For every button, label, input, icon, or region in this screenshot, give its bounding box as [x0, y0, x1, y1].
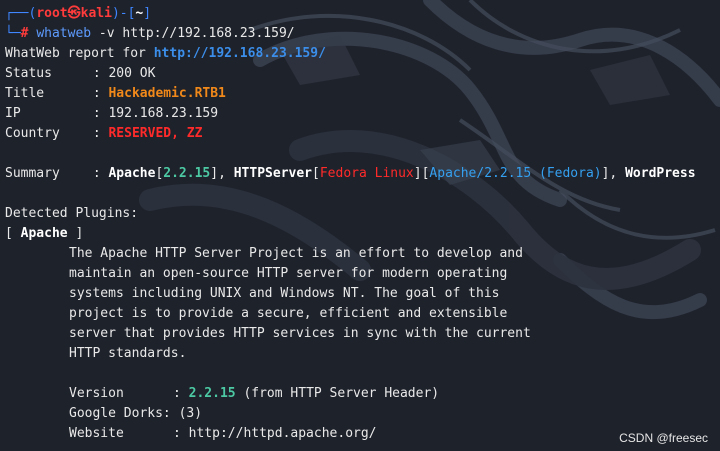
field-separator: : — [85, 86, 109, 101]
prompt-frame-open: ┌──( — [5, 6, 37, 21]
bracket: ][ — [413, 166, 430, 181]
title-value: Hackademic.RTB1 — [108, 86, 226, 101]
summary-server-string: Apache/2.2.15 (Fedora) — [429, 166, 602, 181]
dorks-row: Google Dorks: (3) — [5, 404, 720, 424]
bracket: ] — [67, 226, 84, 241]
prompt-line: ┌──(root㉿kali)-[~] — [5, 4, 720, 24]
report-header-text: WhatWeb report for — [5, 46, 154, 61]
dorks-label: Google Dorks: — [69, 406, 171, 421]
description-line: maintain an open-source HTTP server for … — [69, 266, 508, 281]
report-url: http://192.168.23.159/ — [153, 46, 326, 61]
prompt-frame-mid: )-[ — [111, 6, 136, 21]
country-label: Country — [5, 126, 60, 141]
status-row: Status : 200 OK — [5, 64, 720, 84]
summary-wordpress: WordPress — [625, 166, 696, 181]
terminal-output: ┌──(root㉿kali)-[~] └─# whatweb -v http:/… — [5, 0, 720, 451]
plugin-header: [ Apache ] — [5, 224, 720, 244]
csdn-watermark: CSDN @freesec — [619, 431, 708, 445]
website-label: Website — [69, 426, 124, 441]
bracket: ], — [601, 166, 626, 181]
title-row: Title : Hackademic.RTB1 — [5, 84, 720, 104]
website-value[interactable]: http://httpd.apache.org/ — [189, 426, 377, 441]
ip-value: 192.168.23.159 — [108, 106, 219, 121]
version-note: (from HTTP Server Header) — [235, 386, 440, 401]
description-line: systems including UNIX and Windows NT. T… — [69, 286, 500, 301]
ip-row: IP : 192.168.23.159 — [5, 104, 720, 124]
field-separator: : — [85, 126, 109, 141]
description-line: The Apache HTTP Server Project is an eff… — [69, 246, 523, 261]
summary-row: Summary : Apache[2.2.15], HTTPServer[Fed… — [5, 164, 720, 184]
version-row: Version: 2.2.15 (from HTTP Server Header… — [5, 384, 720, 404]
field-separator: : — [85, 106, 109, 121]
command-args: -v http://192.168.23.159/ — [91, 26, 295, 41]
country-row: Country : RESERVED, ZZ — [5, 124, 720, 144]
summary-apache: Apache — [108, 166, 156, 181]
bracket: ], — [210, 166, 234, 181]
summary-os: Fedora Linux — [319, 166, 414, 181]
country-value: RESERVED, ZZ — [108, 126, 203, 141]
prompt-user: root㉿kali — [36, 6, 112, 21]
summary-apache-version: 2.2.15 — [163, 166, 211, 181]
command-line[interactable]: └─# whatweb -v http://192.168.23.159/ — [5, 24, 720, 44]
bracket: [ — [312, 166, 320, 181]
bracket: [ — [5, 226, 21, 241]
version-value: 2.2.15 — [188, 386, 236, 401]
title-label: Title — [5, 86, 45, 101]
field-separator: : — [173, 386, 189, 401]
prompt-frame-close: ] — [143, 6, 152, 21]
prompt-frame-second: └─ — [5, 26, 21, 41]
summary-label: Summary — [5, 166, 60, 181]
ip-label: IP — [5, 106, 21, 121]
plugin-name: Apache — [20, 226, 68, 241]
report-header: WhatWeb report for http://192.168.23.159… — [5, 44, 720, 64]
field-separator: : — [173, 426, 189, 441]
status-label: Status — [5, 66, 52, 81]
website-row: Website: http://httpd.apache.org/ — [5, 424, 720, 444]
description-line: HTTP standards. — [69, 346, 187, 361]
description-line: project is to provide a secure, efficien… — [69, 306, 508, 321]
prompt-symbol: # — [20, 26, 37, 41]
command-name: whatweb — [36, 26, 92, 41]
version-label: Version — [69, 386, 124, 401]
summary-httpserver: HTTPServer — [233, 166, 313, 181]
status-value: 200 OK — [108, 66, 156, 81]
dorks-value: (3) — [170, 406, 203, 421]
plugins-heading: Detected Plugins: — [5, 206, 139, 221]
description-line: server that provides HTTP services in sy… — [69, 326, 531, 341]
field-separator: : — [85, 166, 109, 181]
field-separator: : — [85, 66, 109, 81]
